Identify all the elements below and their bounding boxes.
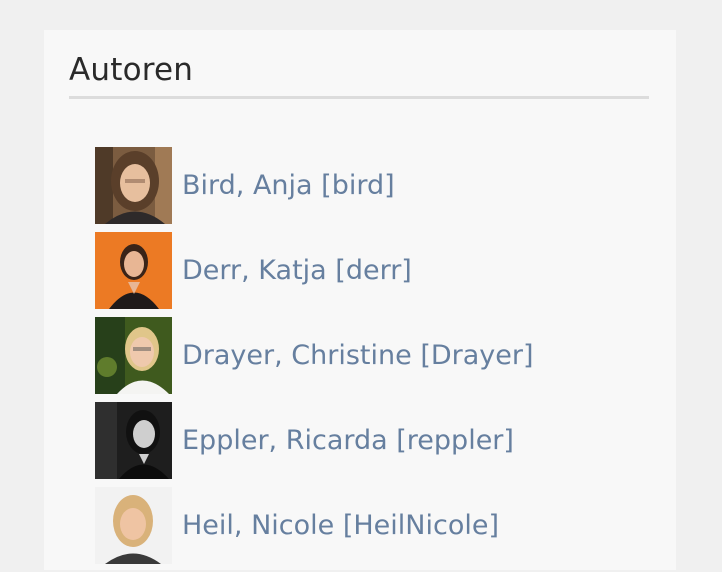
- author-photo-drayer: [95, 317, 172, 394]
- author-photo-bird: [95, 147, 172, 224]
- avatar[interactable]: [95, 147, 172, 224]
- author-link-bird[interactable]: Bird, Anja [bird]: [182, 170, 395, 202]
- author-photo-heil: [95, 487, 172, 564]
- authors-panel: Autoren Bird, Anja [bird] Derr, Katja [d…: [44, 30, 676, 570]
- list-item: Bird, Anja [bird]: [95, 147, 534, 224]
- author-photo-derr: [95, 232, 172, 309]
- avatar[interactable]: [95, 317, 172, 394]
- author-link-eppler[interactable]: Eppler, Ricarda [reppler]: [182, 425, 514, 457]
- list-item: Eppler, Ricarda [reppler]: [95, 402, 534, 479]
- author-photo-eppler: [95, 402, 172, 479]
- author-link-drayer[interactable]: Drayer, Christine [Drayer]: [182, 340, 534, 372]
- author-link-derr[interactable]: Derr, Katja [derr]: [182, 255, 412, 287]
- avatar[interactable]: [95, 402, 172, 479]
- author-list: Bird, Anja [bird] Derr, Katja [derr] Dra…: [95, 147, 534, 572]
- avatar[interactable]: [95, 232, 172, 309]
- author-link-heil[interactable]: Heil, Nicole [HeilNicole]: [182, 510, 499, 542]
- panel-title: Autoren: [69, 52, 194, 88]
- avatar[interactable]: [95, 487, 172, 564]
- list-item: Drayer, Christine [Drayer]: [95, 317, 534, 394]
- list-item: Heil, Nicole [HeilNicole]: [95, 487, 534, 564]
- list-item: Derr, Katja [derr]: [95, 232, 534, 309]
- title-divider: [69, 96, 649, 99]
